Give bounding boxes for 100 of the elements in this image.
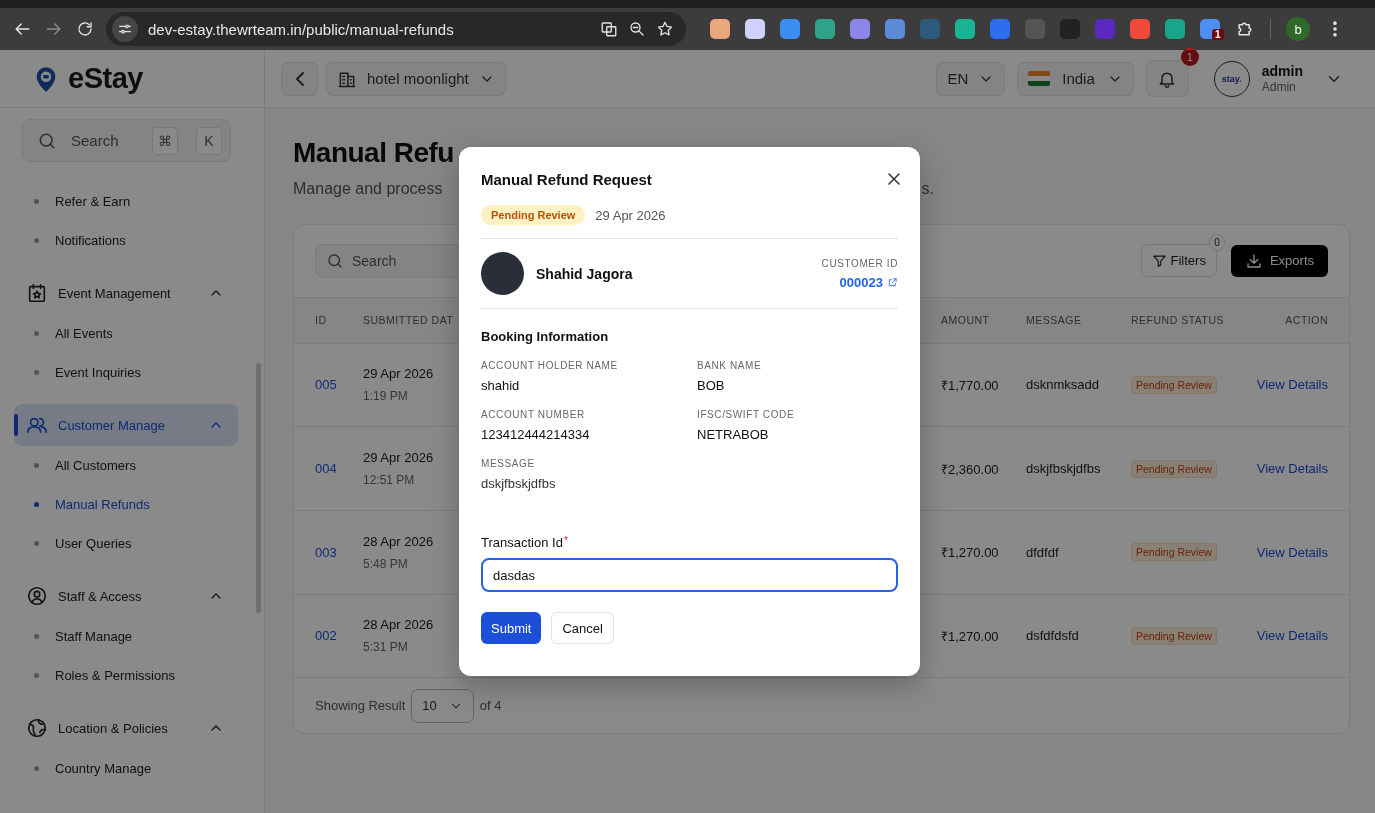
extension-icon[interactable] xyxy=(710,19,730,39)
back-button[interactable] xyxy=(281,61,318,96)
refund-id-link[interactable]: 002 xyxy=(315,628,363,644)
extension-icon[interactable] xyxy=(1165,19,1185,39)
profile-avatar[interactable]: b xyxy=(1286,17,1310,41)
active-indicator xyxy=(14,414,18,436)
view-details-link[interactable]: View Details xyxy=(1256,628,1328,644)
india-flag-icon xyxy=(1028,71,1051,86)
extension-icon[interactable] xyxy=(780,19,800,39)
cancel-button[interactable]: Cancel xyxy=(551,612,614,644)
hotel-select[interactable]: hotel moonlight xyxy=(326,61,506,96)
field-value: 123412444214334 xyxy=(481,427,591,442)
address-bar[interactable]: dev-estay.thewrteam.in/public/manual-refunds xyxy=(106,12,686,46)
page-size-select[interactable]: 10 xyxy=(411,688,474,723)
field-label: ACCOUNT HOLDER NAME xyxy=(481,360,619,371)
bullet-icon xyxy=(34,673,39,678)
sidebar-item[interactable]: All Customers xyxy=(14,446,238,485)
required-mark: * xyxy=(563,535,568,548)
sidebar-group[interactable]: Customer Manage xyxy=(14,404,238,446)
sidebar-item[interactable]: Manual Refunds xyxy=(14,485,238,524)
field-value: BOB xyxy=(697,378,726,393)
sidebar-item[interactable]: User Queries xyxy=(14,524,238,563)
shortcut-key: K xyxy=(196,126,222,155)
exports-button[interactable]: Exports xyxy=(1230,244,1328,277)
user-avatar[interactable]: stay. xyxy=(1213,60,1250,97)
submitted-time: 12:51 PM xyxy=(363,473,415,488)
submitted-time: 5:31 PM xyxy=(363,640,408,655)
translate-icon[interactable] xyxy=(600,20,618,38)
status-badge: Pending Review xyxy=(1131,459,1217,478)
sidebar-item[interactable]: Event Inquiries xyxy=(14,353,238,392)
sidebar-group[interactable]: Location & Policies xyxy=(14,707,238,749)
submitted-date: 28 Apr 2026 xyxy=(363,533,434,549)
showing-result-label: Showing Result xyxy=(315,698,406,714)
person-circle-icon xyxy=(26,585,48,607)
amount-cell-text: ₹1,770.00 xyxy=(941,376,1000,394)
globe-icon xyxy=(26,717,48,739)
filter-count-badge: 0 xyxy=(1208,234,1225,252)
refund-id-link[interactable]: 005 xyxy=(315,377,363,393)
column-header: AMOUNT xyxy=(941,314,991,327)
refund-id-link[interactable]: 004 xyxy=(315,461,363,477)
amount-cell-text: ₹1,270.00 xyxy=(941,627,1000,645)
search-icon xyxy=(326,251,344,270)
refund-id-link[interactable]: 003 xyxy=(315,544,363,560)
customer-name: Shahid Jagora xyxy=(536,265,634,282)
sidebar-item[interactable]: Staff Manage xyxy=(14,617,238,656)
extension-icon[interactable] xyxy=(955,19,975,39)
view-details-link[interactable]: View Details xyxy=(1256,544,1328,560)
submitted-time: 5:48 PM xyxy=(363,556,408,571)
submit-button[interactable]: Submit xyxy=(481,612,542,644)
search-placeholder: Search xyxy=(352,252,397,269)
status-badge: Pending Review xyxy=(1131,375,1217,394)
amount-cell-text: ₹1,270.00 xyxy=(941,544,1000,562)
extension-icon[interactable] xyxy=(850,19,870,39)
transaction-id-input[interactable]: dasdas xyxy=(481,558,898,592)
sidebar-group[interactable]: Event Management xyxy=(14,272,238,314)
bullet-icon xyxy=(34,331,39,336)
filters-button[interactable]: Filters xyxy=(1140,244,1217,278)
bookmark-star-icon[interactable] xyxy=(656,20,674,38)
reload-icon[interactable] xyxy=(76,20,94,38)
customer-id-link[interactable]: 000023 xyxy=(839,274,898,290)
download-icon xyxy=(1244,251,1263,270)
field-label: Transaction Id xyxy=(481,535,563,550)
notifications-button[interactable] xyxy=(1145,60,1189,97)
extension-icon[interactable] xyxy=(815,19,835,39)
field-value: NETRABOB xyxy=(697,427,770,442)
bullet-icon xyxy=(34,502,39,507)
sidebar-group[interactable]: Staff & Access xyxy=(14,575,238,617)
extension-icon[interactable] xyxy=(1130,19,1150,39)
extension-icon[interactable] xyxy=(885,19,905,39)
submitted-date: 29 Apr 2026 xyxy=(363,450,434,466)
sidebar-item[interactable]: Notifications xyxy=(14,221,238,260)
field-label: ACCOUNT NUMBER xyxy=(481,409,586,420)
submitted-time: 1:19 PM xyxy=(363,389,408,404)
country-select[interactable]: India xyxy=(1017,61,1134,96)
sidebar-item[interactable]: All Events xyxy=(14,314,238,353)
url-text[interactable]: dev-estay.thewrteam.in/public/manual-refunds xyxy=(148,20,590,38)
customer-id-label: CUSTOMER ID xyxy=(821,257,898,269)
sidebar-item[interactable]: Roles & Permissions xyxy=(14,656,238,695)
message-cell-text: dskjfbskjdfbs xyxy=(1026,461,1102,477)
sidebar-item[interactable]: Country Manage xyxy=(14,749,238,788)
view-details-link[interactable]: View Details xyxy=(1256,461,1328,477)
result-total: of 4 xyxy=(479,698,502,714)
view-details-link[interactable]: View Details xyxy=(1256,377,1328,393)
shortcut-key: ⌘ xyxy=(152,126,178,155)
zoom-icon[interactable] xyxy=(628,20,646,38)
extension-icon[interactable] xyxy=(745,19,765,39)
field-value: shahid xyxy=(481,378,521,393)
message-cell-text: dfdfdf xyxy=(1026,544,1060,560)
chevron-left-icon xyxy=(295,71,304,86)
status-badge: Pending Review xyxy=(1131,543,1217,562)
page-title: Manual Refu xyxy=(293,136,455,170)
field-label: MESSAGE xyxy=(481,458,536,469)
dialog-title: Manual Refund Request xyxy=(481,171,652,188)
language-select[interactable]: EN xyxy=(936,61,1006,96)
bullet-icon xyxy=(34,199,39,204)
bullet-icon xyxy=(34,541,39,546)
column-header: MESSAGE xyxy=(1026,314,1083,327)
sidebar-search-field[interactable]: Search ⌘ K xyxy=(22,119,231,162)
bullet-icon xyxy=(34,370,39,375)
sidebar-item[interactable]: Refer & Earn xyxy=(14,182,238,221)
